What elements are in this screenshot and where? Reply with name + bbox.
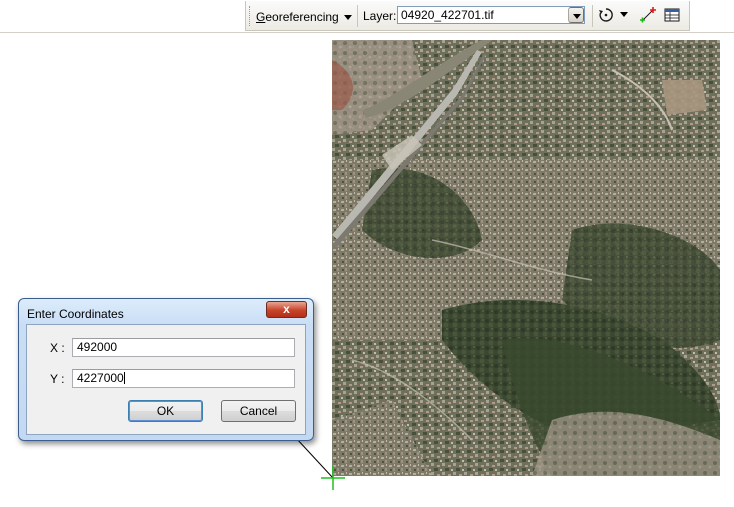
y-label: Y :	[50, 372, 65, 386]
y-coordinate-input[interactable]: 4227000	[72, 369, 295, 388]
chevron-down-icon	[343, 15, 352, 21]
layer-dropdown-button[interactable]	[568, 7, 584, 23]
toolbar-separator	[357, 5, 358, 27]
chevron-down-icon[interactable]	[620, 12, 628, 17]
toolbar-divider	[0, 32, 734, 33]
aerial-map-view[interactable]	[332, 40, 720, 476]
close-icon: x	[283, 302, 290, 316]
georeferencing-toolbar: Georeferencing Layer: 04920_422701.tif	[0, 0, 734, 32]
dialog-title: Enter Coordinates	[27, 307, 124, 321]
link-table-icon[interactable]	[663, 6, 681, 24]
dialog-body: X : 492000 Y : 4227000 OK Cancel	[26, 324, 306, 435]
x-coordinate-value: 492000	[77, 340, 118, 354]
add-control-points-icon[interactable]	[639, 6, 657, 24]
toolbar-grip[interactable]	[249, 6, 253, 26]
enter-coordinates-dialog: Enter Coordinates x X : 492000 Y : 42270…	[18, 298, 314, 441]
cancel-button[interactable]: Cancel	[221, 400, 296, 422]
georeferencing-mnemonic: G	[256, 10, 266, 24]
y-coordinate-value: 4227000	[77, 371, 124, 385]
georeferencing-menu-label: eoreferencing	[265, 10, 339, 24]
close-button[interactable]: x	[266, 301, 307, 318]
x-label: X :	[50, 341, 65, 355]
layer-select-value: 04920_422701.tif	[401, 8, 494, 22]
ok-button[interactable]: OK	[128, 400, 203, 422]
rotate-icon[interactable]	[597, 6, 615, 24]
layer-label: Layer:	[363, 9, 397, 23]
aerial-photo	[332, 40, 720, 476]
layer-select[interactable]: 04920_422701.tif	[397, 6, 585, 24]
text-caret	[123, 372, 125, 384]
x-coordinate-input[interactable]: 492000	[72, 338, 295, 357]
toolbar-separator	[592, 5, 593, 27]
georeferencing-menu[interactable]: Georeferencing	[256, 9, 352, 25]
